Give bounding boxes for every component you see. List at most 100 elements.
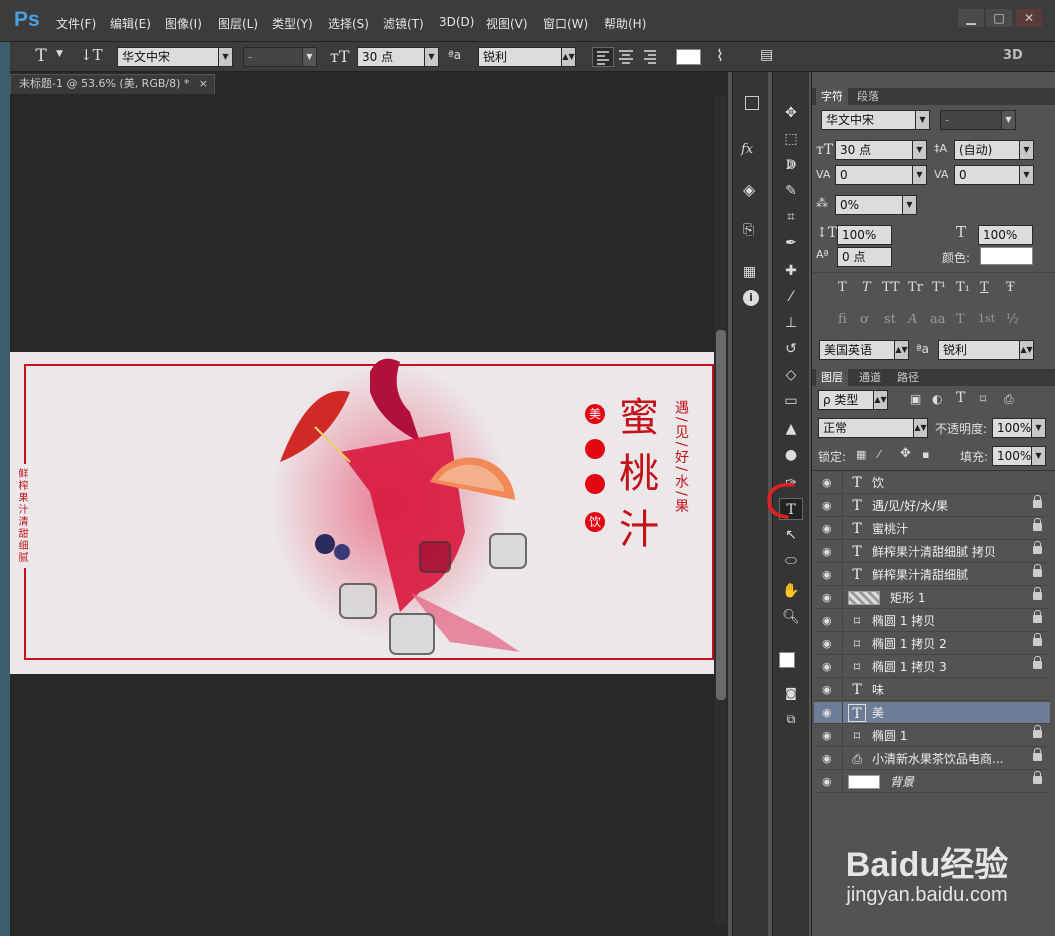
swash-button[interactable]: A [908, 312, 917, 327]
superscript-button[interactable]: T¹ [932, 280, 946, 295]
tab-paths[interactable]: 路径 [892, 369, 924, 386]
layer-row[interactable]: ◉ T 鲜榨果汁清甜细腻 拷贝 [814, 541, 1050, 563]
font-size-select[interactable]: 30 点 ▼ [357, 47, 439, 67]
font-style-select[interactable]: - ▼ [243, 47, 317, 67]
visibility-eye-icon[interactable]: ◉ [822, 633, 836, 655]
visibility-eye-icon[interactable]: ◉ [822, 541, 836, 563]
dodge-tool-icon[interactable]: ● [779, 444, 803, 466]
screen-mode-icon[interactable]: ⧉ [779, 708, 803, 730]
opacity-field[interactable]: 100% ▼ [992, 418, 1046, 438]
quick-select-tool-icon[interactable]: ✎ [779, 180, 803, 202]
fill-field[interactable]: 100% ▼ [992, 446, 1046, 466]
visibility-eye-icon[interactable]: ◉ [822, 472, 836, 494]
antialias-select[interactable]: 锐利 ▲▼ [478, 47, 576, 67]
visibility-eye-icon[interactable]: ◉ [822, 610, 836, 632]
warp-text-icon[interactable]: ⌇ [716, 46, 724, 65]
ligatures-button[interactable]: ﬁ [838, 312, 847, 327]
close-tab-icon[interactable]: × [199, 75, 208, 93]
eraser-tool-icon[interactable]: ◇ [779, 364, 803, 386]
char-font-style[interactable]: - ▼ [940, 110, 1016, 130]
char-size[interactable]: 30 点 ▼ [835, 140, 927, 160]
toggle-orientation-icon[interactable]: ↓T [80, 46, 103, 64]
stylistic-alternates-button[interactable]: aa [930, 312, 946, 327]
fractions-button[interactable]: ½ [1006, 312, 1019, 327]
styles-icon[interactable]: fx [741, 142, 753, 157]
type-tool-preset-icon[interactable]: T [30, 46, 52, 66]
document-canvas[interactable]: 鲜榨果汁清甜细腻 美 饮 蜜 桃 汁 遇/见/好/水/果 [10, 352, 714, 674]
visibility-eye-icon[interactable]: ◉ [822, 656, 836, 678]
faux-italic-button[interactable]: T [862, 280, 871, 295]
char-vertical-scale[interactable]: 100% [837, 225, 892, 245]
document-tab[interactable]: 未标题-1 @ 53.6% (美, RGB/8) * × [10, 74, 215, 94]
3d-cube-icon[interactable]: ◈ [743, 180, 755, 199]
crop-tool-icon[interactable]: ⌗ [779, 206, 803, 228]
lock-all-icon[interactable]: ▪ [922, 448, 929, 461]
align-left-button[interactable] [592, 47, 614, 67]
swatches-icon[interactable] [745, 96, 759, 110]
layer-row[interactable]: ◉ T 鲜榨果汁清甜细腻 [814, 564, 1050, 586]
menu-window[interactable]: 窗口(W) [543, 15, 588, 32]
close-window-button[interactable]: ✕ [1016, 9, 1042, 27]
tab-layers[interactable]: 图层 [816, 369, 848, 386]
visibility-eye-icon[interactable]: ◉ [822, 495, 836, 517]
filter-pixel-icon[interactable]: ▣ [910, 392, 921, 406]
hand-tool-icon[interactable]: ✋ [779, 580, 803, 602]
lock-position-icon[interactable]: ✥ [900, 446, 911, 461]
move-tool-icon[interactable]: ✥ [779, 102, 803, 124]
language-select[interactable]: 美国英语 ▲▼ [819, 340, 909, 360]
marquee-tool-icon[interactable]: ⬚ [779, 128, 803, 150]
char-horizontal-scale[interactable]: 100% [978, 225, 1033, 245]
menu-type[interactable]: 类型(Y) [272, 15, 313, 32]
layer-row[interactable]: ◉ ⌑ 椭圆 1 拷贝 [814, 610, 1050, 632]
history-brush-tool-icon[interactable]: ↺ [779, 338, 803, 360]
layer-filter-kind[interactable]: ρ 类型 ▲▼ [818, 390, 888, 410]
visibility-eye-icon[interactable]: ◉ [822, 725, 836, 747]
toggle-panels-icon[interactable]: ▤ [760, 47, 773, 63]
menu-help[interactable]: 帮助(H) [604, 15, 646, 32]
preset-arrow-icon[interactable]: ▼ [56, 49, 63, 59]
layer-row[interactable]: ◉ 背景 [814, 771, 1050, 793]
align-right-button[interactable] [640, 47, 660, 67]
filter-type-icon[interactable]: T [956, 390, 965, 406]
faux-bold-button[interactable]: T [838, 280, 847, 295]
blend-mode-select[interactable]: 正常 ▲▼ [818, 418, 928, 438]
visibility-eye-icon[interactable]: ◉ [822, 679, 836, 701]
lock-image-icon[interactable]: ⁄ [878, 448, 880, 461]
char-tracking[interactable]: 0 ▼ [954, 165, 1034, 185]
brush-tool-icon[interactable]: ⁄ [779, 286, 803, 308]
path-select-tool-icon[interactable]: ↖ [779, 524, 803, 546]
blur-tool-icon[interactable]: ▲ [779, 418, 803, 440]
char-color-swatch[interactable] [980, 247, 1033, 265]
layer-row[interactable]: ◉ T 蜜桃汁 [814, 518, 1050, 540]
visibility-eye-icon[interactable]: ◉ [822, 587, 836, 609]
char-baseline-shift[interactable]: 0 点 [837, 247, 892, 267]
visibility-eye-icon[interactable]: ◉ [822, 771, 836, 793]
text-color-swatch[interactable] [676, 49, 701, 65]
menu-edit[interactable]: 编辑(E) [110, 15, 151, 32]
small-caps-button[interactable]: Tr [908, 280, 923, 295]
tab-paragraph[interactable]: 段落 [852, 88, 884, 105]
strikethrough-button[interactable]: Ŧ [1006, 280, 1015, 295]
3d-mode-button[interactable]: 3D [1003, 48, 1023, 63]
properties-icon[interactable]: ▦ [743, 264, 756, 280]
lasso-tool-icon[interactable]: ↇ [779, 154, 803, 176]
tab-character[interactable]: 字符 [816, 88, 848, 105]
layer-row[interactable]: ◉ ⌑ 椭圆 1 拷贝 3 [814, 656, 1050, 678]
layer-row[interactable]: ◉ T 遇/见/好/水/果 [814, 495, 1050, 517]
font-family-select[interactable]: 华文中宋 ▼ [117, 47, 233, 67]
gradient-tool-icon[interactable]: ▭ [779, 390, 803, 412]
menu-layer[interactable]: 图层(L) [218, 15, 258, 32]
info-icon[interactable]: i [743, 290, 759, 306]
zoom-tool-icon[interactable]: 🔍︎ [779, 606, 803, 628]
eyedropper-tool-icon[interactable]: ✒ [779, 232, 803, 254]
lock-transparent-icon[interactable]: ▦ [856, 448, 866, 461]
old-style-button[interactable]: ơ [860, 312, 868, 327]
layer-row[interactable]: ◉ T 饮 [814, 472, 1050, 494]
all-caps-button[interactable]: TT [882, 280, 900, 295]
ellipse-tool-icon[interactable]: ⬭ [779, 550, 803, 572]
foreground-color-swatch[interactable] [779, 652, 795, 668]
filter-smart-object-icon[interactable]: ⎙ [1004, 392, 1014, 407]
maximize-button[interactable]: □ [986, 9, 1012, 27]
filter-shape-icon[interactable]: ⌑ [980, 392, 986, 406]
subscript-button[interactable]: T₁ [956, 280, 970, 295]
